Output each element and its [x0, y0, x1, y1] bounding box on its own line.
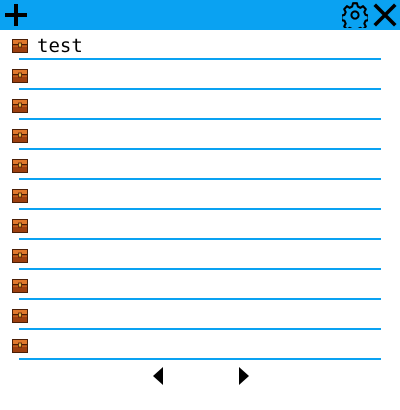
- top-toolbar: [0, 0, 400, 30]
- item-list: test: [0, 30, 400, 360]
- chest-icon: [12, 129, 28, 143]
- previous-page-button[interactable]: [150, 366, 166, 386]
- add-button[interactable]: [3, 2, 29, 28]
- chest-icon: [12, 339, 28, 353]
- chest-icon: [12, 219, 28, 233]
- next-page-button[interactable]: [236, 366, 252, 386]
- list-item[interactable]: [0, 120, 400, 150]
- list-item[interactable]: [0, 150, 400, 180]
- triangle-left-icon: [153, 367, 163, 385]
- chest-icon: [12, 69, 28, 83]
- list-item[interactable]: test: [0, 30, 400, 60]
- chest-icon: [12, 249, 28, 263]
- gear-icon: [342, 2, 368, 28]
- list-item[interactable]: [0, 240, 400, 270]
- row-divider: [19, 358, 381, 360]
- triangle-right-icon: [239, 367, 249, 385]
- plus-icon: [5, 4, 27, 26]
- chest-icon: [12, 39, 28, 53]
- close-button[interactable]: [372, 2, 398, 28]
- chest-icon: [12, 99, 28, 113]
- list-item[interactable]: [0, 330, 400, 360]
- list-item[interactable]: [0, 60, 400, 90]
- chest-icon: [12, 189, 28, 203]
- list-item[interactable]: [0, 210, 400, 240]
- chest-icon: [12, 159, 28, 173]
- list-item[interactable]: [0, 270, 400, 300]
- list-item-label: test: [37, 35, 83, 57]
- list-item[interactable]: [0, 90, 400, 120]
- list-item[interactable]: [0, 300, 400, 330]
- list-item[interactable]: [0, 180, 400, 210]
- settings-button[interactable]: [342, 2, 368, 28]
- close-icon: [373, 3, 397, 27]
- chest-icon: [12, 279, 28, 293]
- chest-icon: [12, 309, 28, 323]
